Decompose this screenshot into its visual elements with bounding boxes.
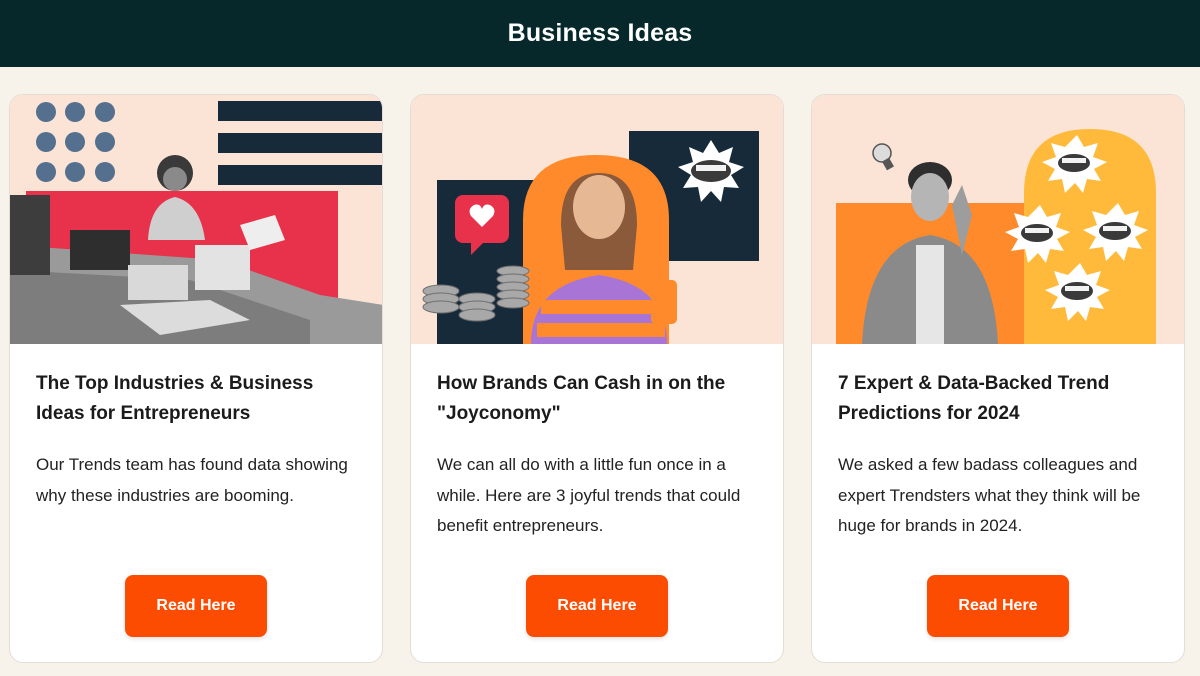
article-card-predictions[interactable]: 7 Expert & Data-Backed Trend Predictions… (811, 94, 1185, 663)
card-description: Our Trends team has found data showing w… (36, 455, 348, 505)
article-card-joyconomy[interactable]: How Brands Can Cash in on the "Joyconomy… (410, 94, 784, 663)
card-description: We asked a few badass colleagues and exp… (838, 455, 1141, 535)
card-image-industries (10, 95, 382, 344)
card-image-predictions (812, 95, 1184, 344)
read-here-button[interactable]: Read Here (927, 575, 1069, 637)
card-title[interactable]: 7 Expert & Data-Backed Trend Predictions… (838, 369, 1158, 429)
card-description: We can all do with a little fun once in … (437, 455, 741, 535)
read-here-button[interactable]: Read Here (526, 575, 668, 637)
article-card-industries[interactable]: The Top Industries & Business Ideas for … (9, 94, 383, 663)
read-here-button[interactable]: Read Here (125, 575, 267, 637)
card-title[interactable]: The Top Industries & Business Ideas for … (36, 369, 356, 429)
card-title[interactable]: How Brands Can Cash in on the "Joyconomy… (437, 369, 757, 429)
page-title: Business Ideas (507, 19, 693, 47)
card-image-joyconomy (411, 95, 783, 344)
page-header: Business Ideas (0, 0, 1200, 67)
